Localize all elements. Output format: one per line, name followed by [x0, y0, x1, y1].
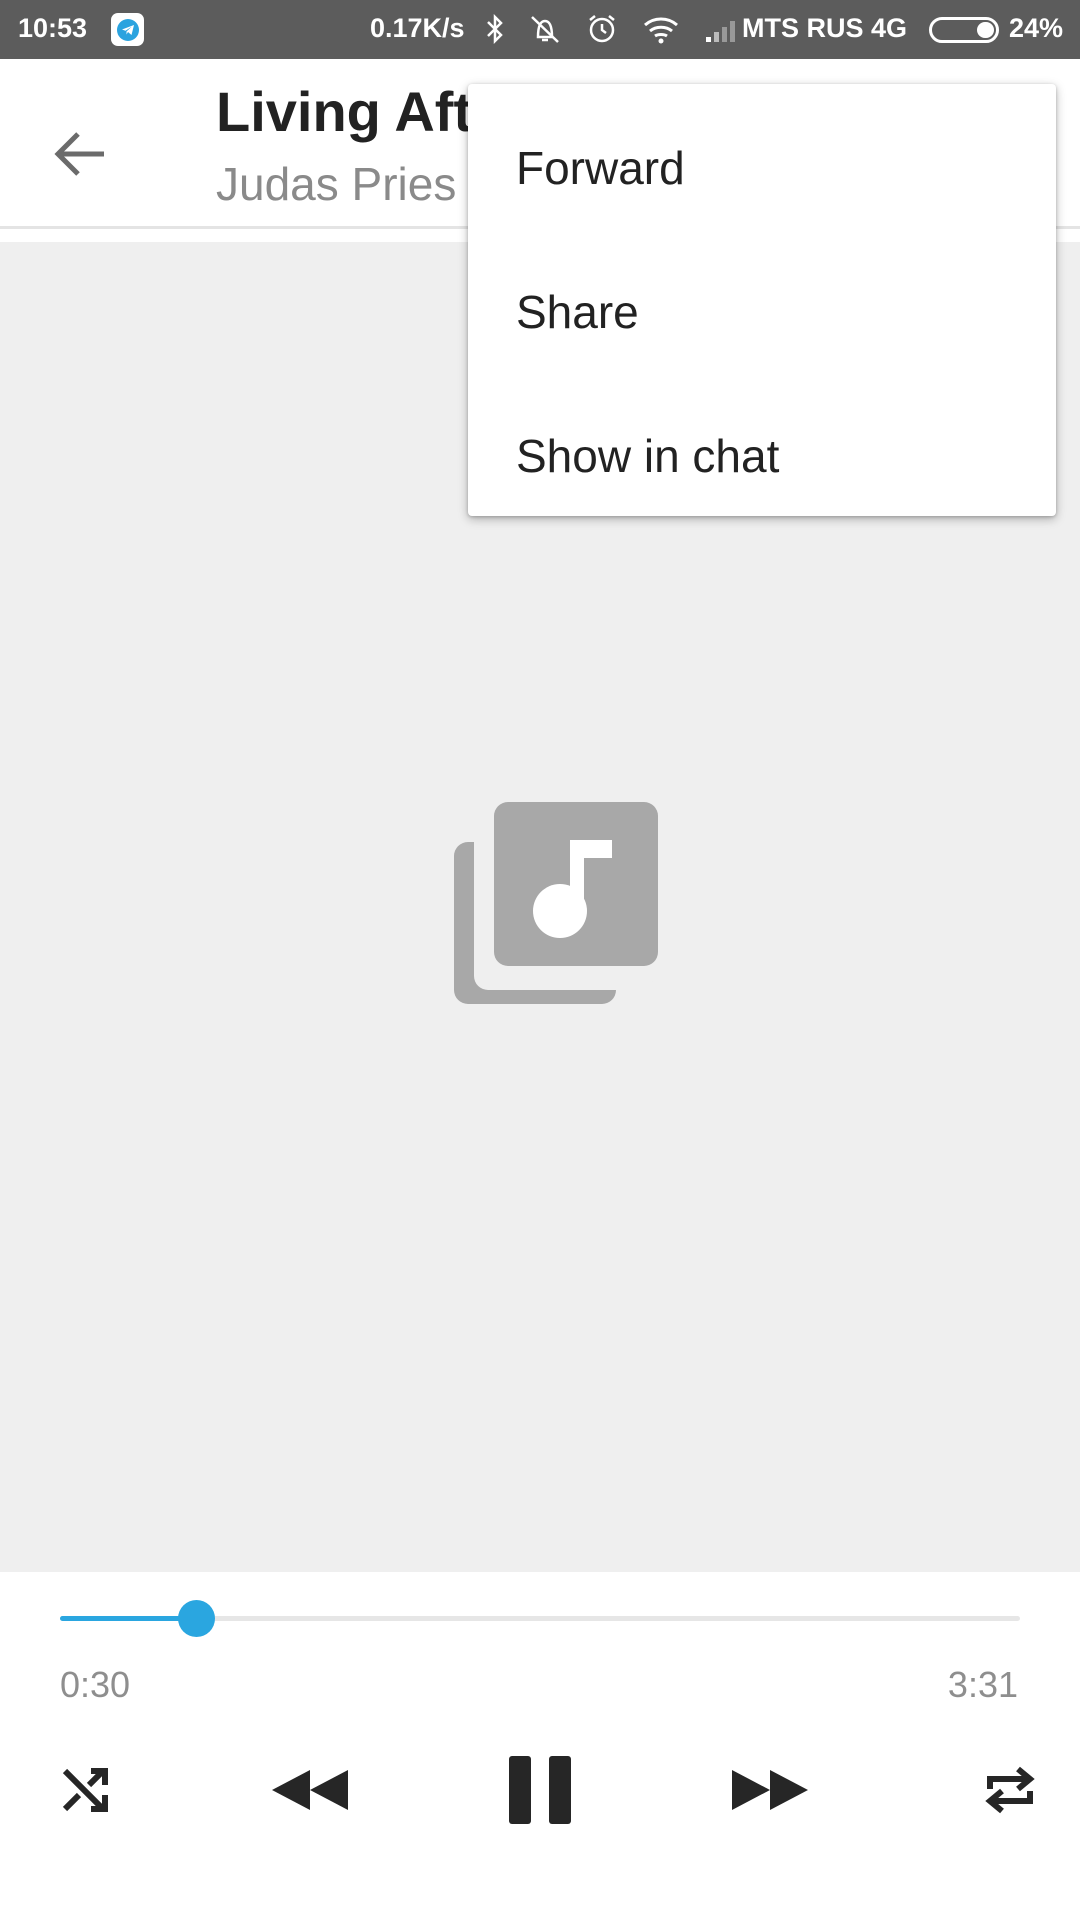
status-icons: [486, 10, 742, 48]
arrow-left-icon: [54, 132, 104, 176]
status-bar: 10:53 0.17K/s MTS RUS 4G 24%: [0, 0, 1080, 59]
rewind-icon: [272, 1770, 348, 1810]
carrier-name: MTS RUS 4G: [742, 13, 908, 43]
seek-bar[interactable]: [60, 1600, 1020, 1637]
menu-item-forward[interactable]: Forward: [468, 96, 1056, 240]
alarm-icon: [589, 15, 615, 43]
menu-item-share[interactable]: Share: [468, 240, 1056, 384]
battery-icon: [929, 17, 999, 43]
bluetooth-icon: [487, 14, 503, 44]
pause-button[interactable]: [492, 1742, 588, 1838]
fast-forward-icon: [732, 1770, 808, 1810]
rewind-button[interactable]: [262, 1742, 358, 1838]
current-time: 0:30: [60, 1664, 131, 1705]
vibrate-off-icon: [531, 16, 559, 43]
track-artist: Judas Pries: [216, 158, 457, 210]
menu-item-show-in-chat[interactable]: Show in chat: [468, 384, 1056, 528]
signal-icon: [706, 21, 735, 42]
seek-progress: [60, 1616, 197, 1621]
music-player-screen: 10:53 0.17K/s MTS RUS 4G 24% Living Aft …: [0, 0, 1080, 1920]
overflow-menu: Forward Share Show in chat: [468, 84, 1056, 516]
fast-forward-button[interactable]: [722, 1742, 818, 1838]
repeat-button[interactable]: [962, 1742, 1058, 1838]
network-speed: 0.17K/s: [370, 13, 465, 43]
battery-percent: 24%: [1009, 13, 1064, 43]
total-time: 3:31: [947, 1664, 1018, 1705]
status-time: 10:53: [18, 13, 88, 43]
shuffle-icon: [62, 1768, 108, 1812]
shuffle-button[interactable]: [38, 1742, 134, 1838]
pause-icon: [509, 1756, 571, 1824]
telegram-icon: [111, 13, 144, 46]
track-title: Living Aft: [216, 80, 473, 143]
seek-thumb[interactable]: [178, 1600, 216, 1637]
wifi-icon: [644, 17, 678, 44]
player-controls: 0:30 3:31: [0, 1572, 1080, 1920]
back-button[interactable]: [38, 111, 124, 197]
repeat-icon: [985, 1766, 1035, 1814]
music-library-icon: [454, 802, 658, 1004]
